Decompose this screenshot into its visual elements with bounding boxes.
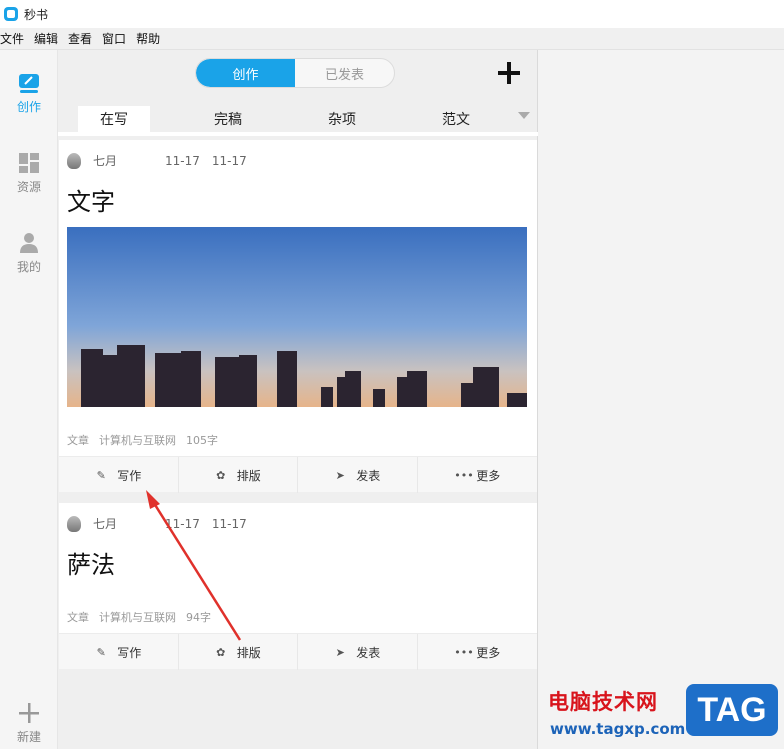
watermark-url: www.tagxp.com	[550, 720, 686, 738]
watermark-tag: TAG	[686, 684, 778, 736]
annotation-arrow	[146, 490, 242, 641]
watermark: 电脑技术网 www.tagxp.com TAG	[540, 680, 784, 749]
watermark-title: 电脑技术网	[548, 690, 658, 714]
